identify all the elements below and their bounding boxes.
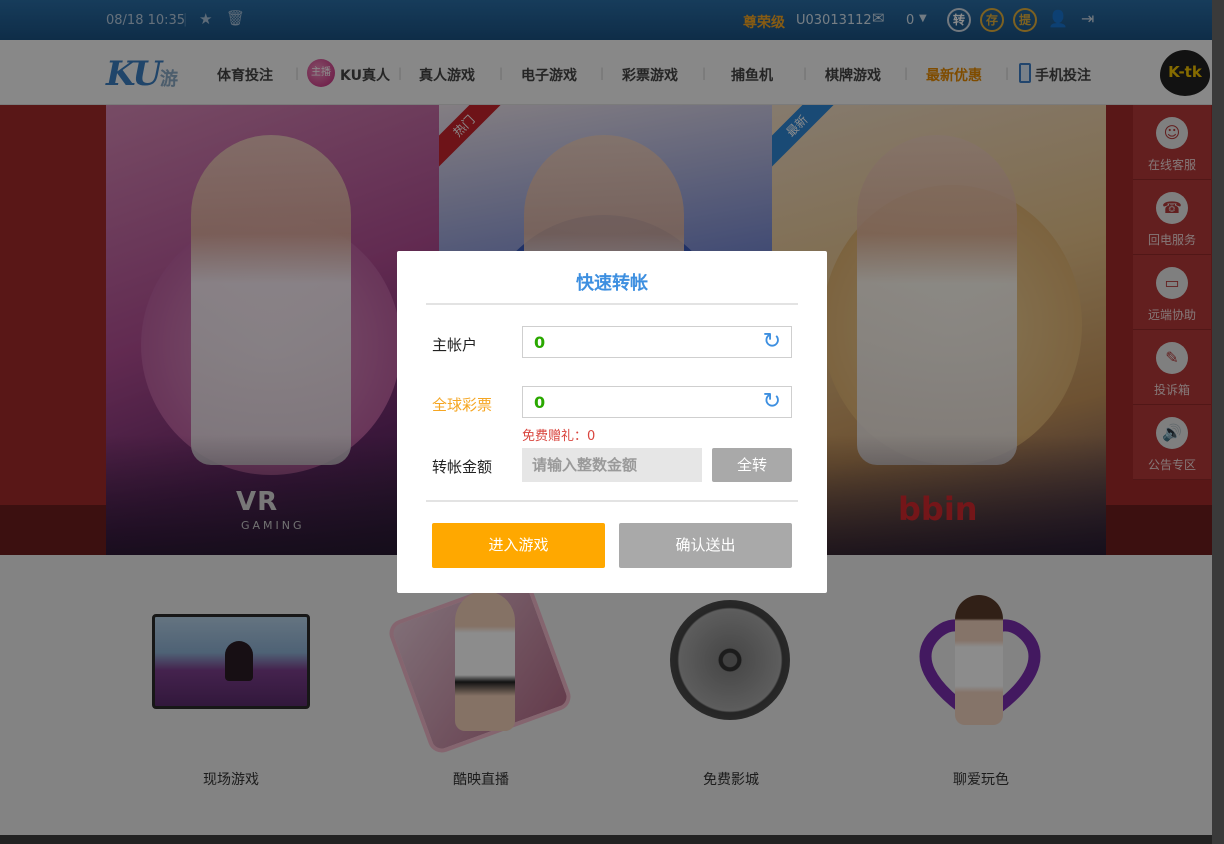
refresh-icon[interactable]: ↻: [763, 330, 781, 354]
amount-input[interactable]: [522, 448, 702, 482]
main-account-field: 0 ↻: [522, 326, 792, 358]
quick-transfer-dialog: 快速转帐 主帐户 0 ↻ 全球彩票 0 ↻ 免费赠礼：0 转帐金额 全转 进入游…: [397, 251, 827, 593]
scrollbar[interactable]: [1212, 0, 1224, 844]
amount-label: 转帐金额: [432, 458, 493, 476]
divider: [426, 500, 798, 502]
dialog-title: 快速转帐: [576, 273, 648, 294]
refresh-icon[interactable]: ↻: [763, 390, 781, 414]
lottery-account-value: 0: [534, 393, 546, 412]
bottom-bar: [0, 835, 1224, 844]
enter-game-button[interactable]: 进入游戏: [432, 523, 605, 568]
lottery-account-field: 0 ↻: [522, 386, 792, 418]
main-account-label: 主帐户: [432, 336, 478, 354]
confirm-submit-button[interactable]: 确认送出: [619, 523, 792, 568]
main-account-value: 0: [534, 333, 546, 352]
divider: [426, 303, 798, 305]
lottery-account-label: 全球彩票: [432, 396, 493, 414]
free-gift-text: 免费赠礼：0: [522, 429, 596, 444]
transfer-all-button[interactable]: 全转: [712, 448, 792, 482]
